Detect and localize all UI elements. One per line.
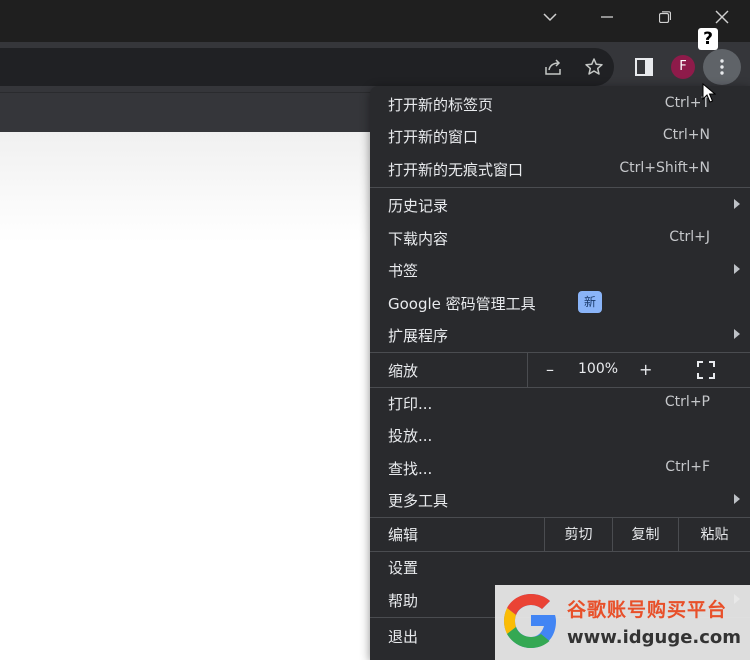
browser-toolbar <box>0 42 750 92</box>
more-options-icon[interactable] <box>703 49 741 85</box>
menu-item-label: 设置 <box>388 559 419 577</box>
menu-item-label: 扩展程序 <box>388 327 449 345</box>
mouse-cursor-icon <box>702 83 716 103</box>
menu-item-shortcut: Ctrl+N <box>662 127 710 143</box>
zoom-level: 100% <box>578 361 619 377</box>
menu-item-shortcut: Ctrl+P <box>664 394 710 410</box>
menu-new-tab[interactable]: 打开新的标签页 Ctrl+T <box>370 88 750 120</box>
share-icon[interactable] <box>542 56 566 78</box>
menu-item-shortcut: Ctrl+Shift+N <box>619 160 710 176</box>
menu-item-label: 查找... <box>388 460 433 478</box>
menu-item-shortcut: Ctrl+J <box>669 229 710 245</box>
menu-item-label: 打开新的标签页 <box>388 96 494 114</box>
menu-downloads[interactable]: 下载内容 Ctrl+J <box>370 222 750 254</box>
menu-item-label: 下载内容 <box>388 230 449 248</box>
menu-more-tools[interactable]: 更多工具 <box>370 484 750 516</box>
menu-divider <box>370 187 750 188</box>
menu-item-label: 书签 <box>388 262 419 280</box>
menu-item-label: Google 密码管理工具 <box>388 295 536 313</box>
menu-item-label: 更多工具 <box>388 492 449 510</box>
menu-item-label: 历史记录 <box>388 197 449 215</box>
bookmark-star-icon[interactable] <box>583 56 605 78</box>
close-icon[interactable] <box>702 4 742 30</box>
submenu-arrow-icon <box>734 494 740 504</box>
submenu-arrow-icon <box>734 329 740 339</box>
menu-item-label: 投放... <box>388 427 433 445</box>
menu-item-shortcut: Ctrl+F <box>665 459 710 475</box>
submenu-arrow-icon <box>734 264 740 274</box>
menu-history[interactable]: 历史记录 <box>370 189 750 221</box>
cut-button[interactable]: 剪切 <box>544 517 612 551</box>
restore-icon[interactable] <box>645 4 685 30</box>
watermark-title: 谷歌账号购买平台 <box>567 599 728 621</box>
menu-item-label: 打开新的无痕式窗口 <box>388 161 524 179</box>
help-badge: ? <box>698 28 718 50</box>
zoom-divider <box>527 353 528 387</box>
title-bar <box>0 0 750 42</box>
chevron-down-icon[interactable] <box>530 4 570 30</box>
menu-password-manager[interactable]: Google 密码管理工具 新 <box>370 287 750 319</box>
zoom-label: 缩放 <box>388 362 419 380</box>
address-bar[interactable] <box>0 48 614 86</box>
menu-item-label: 打印... <box>388 395 433 413</box>
edit-row: 编辑 剪切 复制 粘贴 <box>370 517 750 551</box>
new-badge: 新 <box>578 291 602 313</box>
menu-new-incognito-window[interactable]: 打开新的无痕式窗口 Ctrl+Shift+N <box>370 153 750 185</box>
zoom-out-button[interactable]: – <box>546 360 554 379</box>
menu-new-window[interactable]: 打开新的窗口 Ctrl+N <box>370 120 750 152</box>
zoom-in-button[interactable]: + <box>639 360 652 379</box>
profile-avatar[interactable]: F <box>671 55 695 79</box>
watermark-url: www.idguge.com <box>567 627 742 648</box>
menu-bookmarks[interactable]: 书签 <box>370 254 750 286</box>
menu-item-label: 退出 <box>388 628 419 646</box>
watermark: 谷歌账号购买平台 www.idguge.com <box>495 585 750 660</box>
menu-settings[interactable]: 设置 <box>370 551 750 583</box>
menu-item-label: 帮助 <box>388 592 419 610</box>
side-panel-icon[interactable] <box>633 56 655 78</box>
minimize-icon[interactable] <box>587 4 627 30</box>
menu-find[interactable]: 查找... Ctrl+F <box>370 452 750 484</box>
menu-item-label: 打开新的窗口 <box>388 128 479 146</box>
fullscreen-icon[interactable] <box>697 361 715 379</box>
edit-label: 编辑 <box>388 526 419 544</box>
google-g-logo-icon <box>504 594 556 648</box>
submenu-arrow-icon <box>734 199 740 209</box>
zoom-row: 缩放 – 100% + <box>370 353 750 387</box>
menu-print[interactable]: 打印... Ctrl+P <box>370 387 750 419</box>
menu-cast[interactable]: 投放... <box>370 419 750 451</box>
menu-extensions[interactable]: 扩展程序 <box>370 319 750 351</box>
paste-button[interactable]: 粘贴 <box>678 517 750 551</box>
copy-button[interactable]: 复制 <box>612 517 678 551</box>
chrome-menu: 打开新的标签页 Ctrl+T 打开新的窗口 Ctrl+N 打开新的无痕式窗口 C… <box>370 86 750 660</box>
